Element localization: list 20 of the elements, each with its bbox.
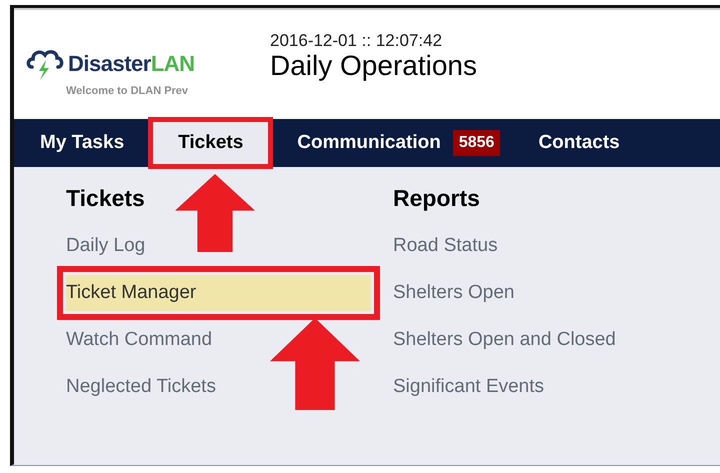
timestamp: 2016-12-01 :: 12:07:42 <box>270 32 444 50</box>
tagline: Welcome to DLAN Prev <box>66 84 190 100</box>
menu-link[interactable]: Shelters Open <box>393 274 514 322</box>
menu-link[interactable]: Shelters Open and Closed <box>393 322 616 368</box>
menu-link[interactable]: Watch Command <box>66 322 212 368</box>
count-badge: 5856 <box>452 130 500 156</box>
menu-link[interactable]: Daily Log <box>66 228 146 274</box>
menu-heading: Tickets <box>66 184 146 213</box>
menu-link[interactable]: Neglected Tickets <box>66 368 216 416</box>
nav-tab[interactable]: Communication 5856 <box>285 119 512 167</box>
nav-tab[interactable]: Contacts <box>526 119 632 167</box>
menu-link[interactable]: Road Status <box>393 228 498 274</box>
page-title: Daily Operations <box>270 49 477 83</box>
brand-name: DisasterLAN <box>68 53 195 76</box>
cloud-logo-icon <box>26 47 64 82</box>
menu-link[interactable]: Significant Events <box>393 368 544 416</box>
nav-tab[interactable]: My Tasks <box>28 119 136 167</box>
nav-tab[interactable]: Tickets <box>150 119 272 167</box>
menu-heading: Reports <box>393 184 481 213</box>
menu-link[interactable]: Ticket Manager <box>66 274 371 310</box>
